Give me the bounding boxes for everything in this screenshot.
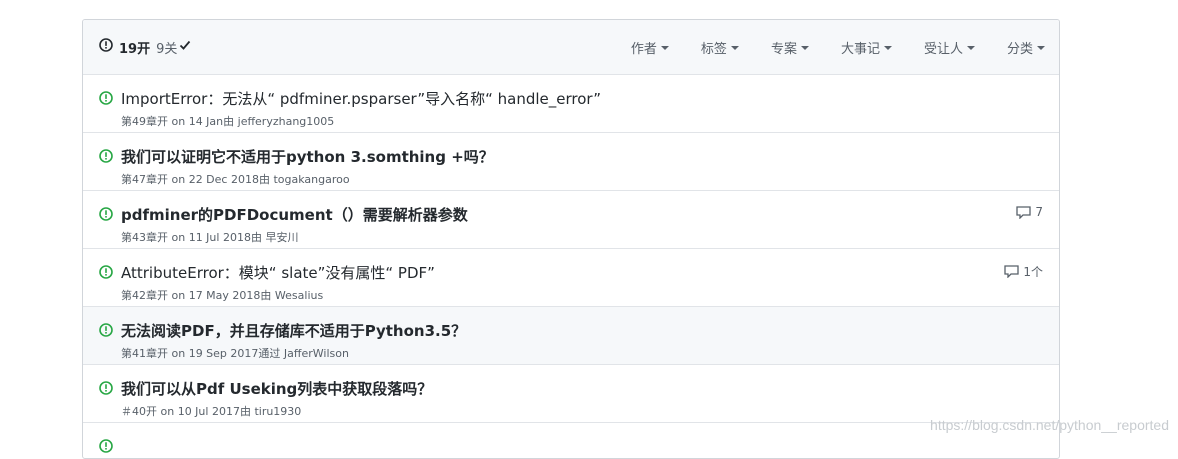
filter-assignee-label: 受让人 [923, 41, 963, 57]
comment-icon [1004, 265, 1020, 278]
issue-opened-icon [99, 90, 113, 109]
state-toggle: 19开 9关 [99, 38, 191, 57]
comments-link[interactable]: 1个 [1004, 263, 1043, 280]
issue-row: ImportError：无法从“ pdfminer.psparser”导入名称“… [83, 75, 1059, 133]
issue-opened-icon [99, 206, 113, 225]
comments-count: 7 [1035, 205, 1043, 219]
issue-meta: 第41章开 on 19 Sep 2017通过 JafferWilson [121, 347, 349, 360]
filter-author[interactable]: 作者 [631, 38, 669, 57]
issue-title-link[interactable]: ImportError：无法从“ pdfminer.psparser”导入名称“… [121, 88, 601, 109]
issue-opened-icon [99, 38, 113, 56]
issue-row-partial [83, 423, 1059, 458]
caret-down-icon [1037, 45, 1045, 50]
filter-projects[interactable]: 专案 [771, 38, 809, 57]
issue-meta: 第42章开 on 17 May 2018由 Wesalius [121, 289, 324, 302]
filter-milestones-label: 大事记 [840, 41, 880, 57]
filter-labels[interactable]: 标签 [701, 38, 739, 57]
issue-row: 我们可以从Pdf Useking列表中获取段落吗？ ＃40开 on 10 Jul… [83, 365, 1059, 423]
issue-title-link[interactable]: 我们可以从Pdf Useking列表中获取段落吗？ [121, 378, 432, 399]
open-issues-tab[interactable]: 19开 [99, 38, 150, 57]
filter-assignee[interactable]: 受让人 [924, 38, 975, 57]
filter-milestones[interactable]: 大事记 [841, 38, 892, 57]
watermark: https://blog.csdn.net/python__reported [930, 417, 1169, 433]
caret-down-icon [800, 45, 809, 50]
caret-down-icon [660, 45, 669, 50]
issue-opened-icon [99, 438, 113, 457]
filter-labels-label: 标签 [700, 41, 727, 57]
caret-down-icon [730, 45, 739, 50]
filter-sort[interactable]: 分类 [1007, 38, 1045, 57]
filter-bar: 作者 标签 专案 大事记 受让人 分类 [599, 20, 1045, 74]
issue-row: 我们可以证明它不适用于python 3.somthing +吗？ 第47章开 o… [83, 133, 1059, 191]
issue-opened-icon [99, 380, 113, 399]
issue-opened-icon [99, 264, 113, 283]
issue-meta: 第49章开 on 14 Jan由 jefferyzhang1005 [121, 115, 335, 128]
issue-row: 无法阅读PDF，并且存储库不适用于Python3.5？ 第41章开 on 19 … [83, 307, 1059, 365]
comments-count: 1个 [1023, 265, 1043, 279]
caret-down-icon [883, 45, 892, 50]
issue-title-link[interactable]: AttributeError：模块“ slate”没有属性“ PDF” [121, 262, 435, 283]
issue-title-link[interactable]: 无法阅读PDF，并且存储库不适用于Python3.5？ [121, 320, 466, 341]
issue-row: pdfminer的PDFDocument（）需要解析器参数 第43章开 on 1… [83, 191, 1059, 249]
issue-opened-icon [99, 322, 113, 341]
issue-row: AttributeError：模块“ slate”没有属性“ PDF” 第42章… [83, 249, 1059, 307]
comment-icon [1016, 205, 1032, 219]
issue-title-link[interactable]: 我们可以证明它不适用于python 3.somthing +吗？ [121, 146, 494, 167]
filter-author-label: 作者 [630, 41, 657, 57]
issue-opened-icon [99, 148, 113, 167]
closed-issues-tab[interactable]: 9关 [156, 38, 191, 57]
issues-header: 19开 9关 作者 标签 专案 大事记 受让人 分类 [83, 20, 1059, 75]
filter-projects-label: 专案 [770, 41, 797, 57]
issue-meta: 第43章开 on 11 Jul 2018由 早安川 [121, 231, 299, 244]
issue-title-link[interactable]: pdfminer的PDFDocument（）需要解析器参数 [121, 204, 468, 225]
issues-box: 19开 9关 作者 标签 专案 大事记 受让人 分类 ImportError：无… [82, 19, 1060, 459]
closed-count-label: 9关 [156, 41, 178, 57]
issue-meta: ＃40开 on 10 Jul 2017由 tiru1930 [121, 405, 302, 418]
open-count-label: 19开 [119, 41, 151, 57]
issue-meta: 第47章开 on 22 Dec 2018由 togakangaroo [121, 173, 350, 186]
check-icon [179, 39, 191, 55]
caret-down-icon [966, 45, 975, 50]
comments-link[interactable]: 7 [1016, 205, 1043, 219]
filter-sort-label: 分类 [1006, 41, 1033, 57]
